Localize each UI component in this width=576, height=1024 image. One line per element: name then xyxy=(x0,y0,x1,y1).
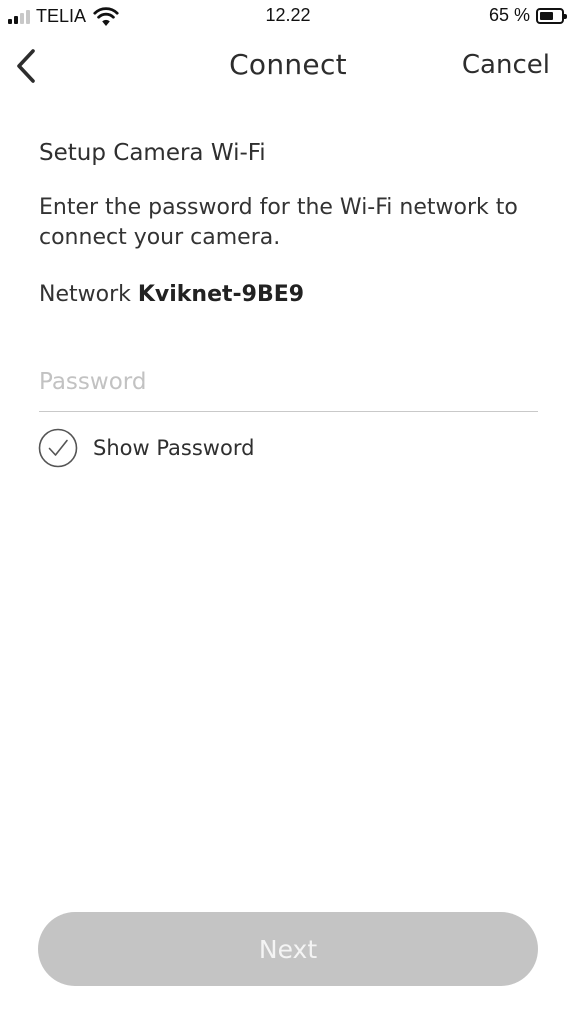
password-input[interactable] xyxy=(39,352,538,412)
battery-percent: 65 % xyxy=(488,5,530,25)
show-password-label: Show Password xyxy=(93,436,255,460)
network-name: Kviknet-9BE9 xyxy=(137,282,305,307)
section-title: Setup Camera Wi-Fi xyxy=(39,140,266,166)
navigation-bar: Connect Cancel xyxy=(0,34,576,98)
battery-icon xyxy=(536,7,567,24)
show-password-toggle[interactable]: Show Password xyxy=(38,428,254,468)
battery-nub xyxy=(564,13,567,19)
status-bar: TELIA 12.22 65 % xyxy=(0,0,576,34)
cancel-button[interactable]: Cancel xyxy=(462,50,550,80)
status-bar-right: 65 % xyxy=(488,5,567,26)
checkmark-circle-icon[interactable] xyxy=(38,428,78,468)
next-button[interactable]: Next xyxy=(38,912,538,986)
network-info: Network Kviknet-9BE9 xyxy=(39,282,304,307)
network-label: Network xyxy=(39,282,131,307)
connect-screen: TELIA 12.22 65 % Connect Cancel Setup Ca… xyxy=(0,0,576,1024)
instructions-text: Enter the password for the Wi-Fi network… xyxy=(39,195,518,250)
battery-fill xyxy=(540,11,553,20)
